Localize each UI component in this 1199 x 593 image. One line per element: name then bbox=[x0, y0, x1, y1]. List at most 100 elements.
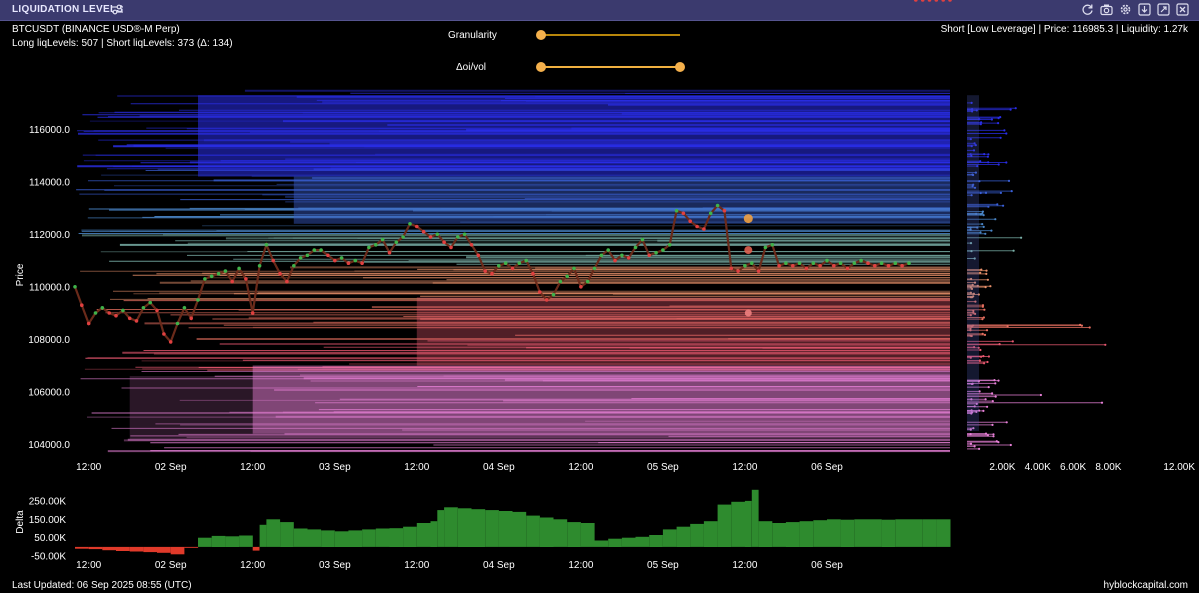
liquidity-bar-tip bbox=[980, 355, 983, 358]
candle-up bbox=[339, 256, 344, 260]
liquidity-bar-tip bbox=[985, 269, 988, 272]
liquidity-bar-tip bbox=[1039, 393, 1042, 397]
candle-down bbox=[333, 258, 337, 263]
delta-bar-positive bbox=[895, 519, 909, 547]
liquidity-bar-tip bbox=[989, 285, 992, 288]
delta-bar-positive bbox=[416, 523, 431, 547]
candle-up bbox=[312, 248, 317, 252]
price-tick-label: 112000.0 bbox=[29, 230, 70, 241]
candle-down bbox=[681, 211, 686, 216]
delta-bar-positive bbox=[690, 523, 704, 547]
candle-up bbox=[893, 261, 898, 266]
price-tick-label: 110000.0 bbox=[29, 282, 70, 293]
delta-bar-positive bbox=[744, 500, 752, 547]
candle-down bbox=[483, 269, 488, 273]
candle-down bbox=[162, 332, 166, 336]
candle-up bbox=[237, 266, 241, 271]
liquidity-bar-tip bbox=[986, 155, 990, 158]
candle-up bbox=[497, 264, 501, 268]
delta-bar-positive bbox=[799, 521, 814, 547]
liquidity-bar-tip bbox=[986, 360, 989, 364]
liquidity-bar-tip bbox=[984, 232, 987, 235]
liquidity-base-band bbox=[967, 95, 979, 432]
oi-vol-knob-max[interactable] bbox=[675, 62, 685, 72]
delta-bar-positive bbox=[539, 517, 554, 547]
candle-up bbox=[565, 274, 569, 279]
candle-up bbox=[558, 279, 563, 284]
delta-bar-positive bbox=[772, 523, 786, 547]
candle-down bbox=[387, 250, 392, 255]
time-tick-label: 12:00 bbox=[240, 462, 265, 473]
liquidity-bar-tip bbox=[991, 423, 994, 426]
granularity-knob[interactable] bbox=[536, 30, 546, 40]
candle-up bbox=[257, 264, 262, 268]
candle-down bbox=[695, 224, 699, 229]
delta-bar-positive bbox=[430, 521, 438, 547]
delta-axis: 250.00K 150.00K 50.00K -50.00K Delta bbox=[15, 496, 66, 562]
candle-up bbox=[770, 243, 775, 247]
candle-down bbox=[647, 253, 651, 258]
candle-up bbox=[148, 300, 152, 305]
candle-up bbox=[599, 253, 604, 258]
oi-vol-track[interactable] bbox=[541, 66, 680, 68]
candle-down bbox=[476, 253, 481, 258]
liquidation-marker bbox=[743, 214, 753, 224]
time-tick-label: 12:00 bbox=[76, 462, 101, 473]
liquidity-bar-tip bbox=[998, 343, 1001, 346]
liquidity-tick-label: 8.00K bbox=[1095, 462, 1121, 473]
liquidity-bar-tip bbox=[999, 191, 1003, 194]
delta-bar-positive bbox=[649, 535, 663, 547]
delta-bar-positive bbox=[580, 523, 595, 547]
price-axis-title: Price bbox=[15, 263, 26, 286]
delta-bar-negative bbox=[88, 546, 103, 550]
candle-down bbox=[510, 266, 515, 271]
candle-up bbox=[667, 243, 672, 247]
liquidity-bar-tip bbox=[985, 329, 989, 332]
last-updated-label: Last Updated: 06 Sep 2025 08:55 (UTC) bbox=[12, 580, 192, 591]
liquidity-bar-tip bbox=[982, 225, 985, 228]
liq-density-band bbox=[416, 297, 950, 366]
delta-bar-positive bbox=[198, 537, 212, 547]
delta-bar-positive bbox=[751, 489, 759, 547]
delta-bar-positive bbox=[676, 526, 691, 547]
delta-bar-positive bbox=[239, 535, 253, 547]
candle-up bbox=[435, 232, 440, 237]
candle-up bbox=[182, 306, 187, 310]
delta-time-tick-label: 12:00 bbox=[240, 560, 265, 571]
price-axis: 104000.0 106000.0 108000.0 110000.0 112000.0… bbox=[15, 125, 70, 451]
candle-up bbox=[462, 232, 467, 237]
candle-down bbox=[756, 269, 761, 273]
liq-density-band bbox=[129, 376, 950, 439]
liquidity-histogram bbox=[967, 95, 1107, 450]
delta-time-tick-label: 03 Sep bbox=[319, 560, 351, 571]
delta-bar-positive bbox=[225, 536, 240, 547]
candle-down bbox=[920, 0, 925, 2]
brand-link[interactable]: hyblockcapital.com bbox=[1104, 580, 1188, 591]
candle-down bbox=[107, 311, 111, 315]
liquidity-bar-tip bbox=[997, 117, 1000, 120]
time-axis: 12:00 02 Sep 12:00 03 Sep 12:00 04 Sep 12:00 05… bbox=[76, 462, 843, 473]
liquidation-chart[interactable]: 104000.0 106000.0 108000.0 110000.0 112000.0… bbox=[0, 0, 1199, 593]
liquidity-bar-tip bbox=[991, 392, 994, 395]
granularity-track[interactable] bbox=[541, 34, 680, 36]
delta-bar-positive bbox=[840, 519, 855, 547]
oi-vol-knob-min[interactable] bbox=[536, 62, 546, 72]
delta-bar-negative bbox=[116, 546, 130, 551]
candle-down bbox=[934, 0, 939, 2]
delta-bar-negative bbox=[75, 546, 89, 549]
granularity-label: Granularity bbox=[448, 30, 497, 41]
delta-bar-positive bbox=[512, 511, 527, 547]
candle-up bbox=[859, 258, 863, 263]
delta-bar-positive bbox=[813, 520, 827, 547]
delta-bar-positive bbox=[662, 529, 677, 547]
time-tick-label: 12:00 bbox=[568, 462, 593, 473]
delta-time-tick-label: 12:00 bbox=[732, 560, 757, 571]
liquidity-bar-tip bbox=[997, 379, 1000, 382]
delta-bar-positive bbox=[758, 521, 773, 547]
candle-down bbox=[421, 229, 426, 234]
liquidity-bar-tip bbox=[994, 395, 997, 398]
candle-down bbox=[626, 256, 631, 260]
liquidity-bar-tip bbox=[994, 382, 997, 385]
candle-down bbox=[702, 227, 706, 231]
candle-up bbox=[743, 264, 747, 268]
